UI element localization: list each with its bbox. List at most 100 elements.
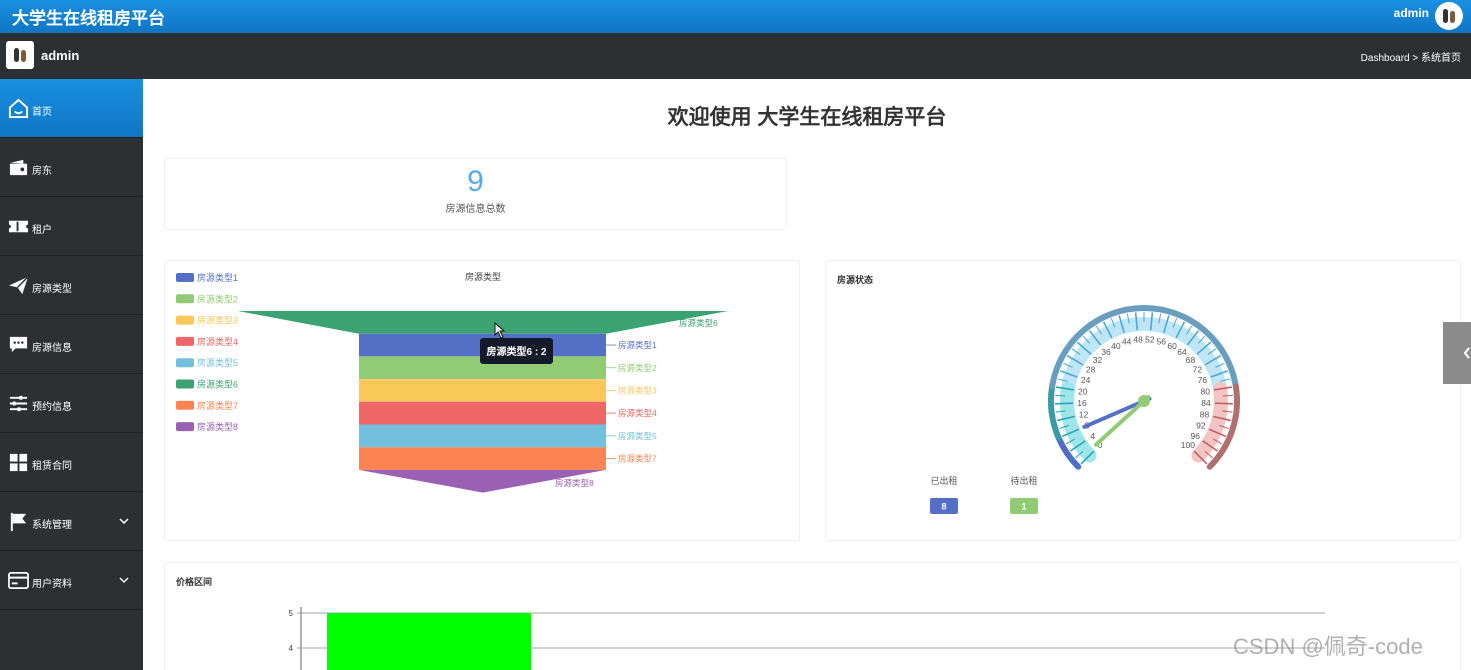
legend-swatch (176, 315, 194, 325)
funnel-label: 房源类型2 (618, 363, 657, 373)
gauge-tick-label: 72 (1193, 364, 1203, 374)
sidebar-item-house-type[interactable]: 房源类型 (0, 256, 143, 315)
grid-icon (9, 453, 28, 472)
gauge-chart: 0481216202428323640444852566064687276808… (930, 305, 1240, 514)
gauge-tick-label: 84 (1201, 398, 1211, 408)
sidebar-item-label: 租赁合同 (32, 461, 72, 472)
sidebar-item-label: 预约信息 (32, 402, 72, 413)
gauge-tick (1055, 402, 1074, 405)
gauge-tick-label: 12 (1079, 410, 1089, 420)
side-panel-toggle[interactable] (1443, 322, 1471, 384)
legend-label: 房源类型7 (197, 400, 238, 411)
gauge-tick-label: 60 (1167, 341, 1177, 351)
gauge-tick-label: 28 (1086, 364, 1096, 374)
gauge-tick-label: 100 (1181, 440, 1195, 450)
sub-header: admin Dashboard > 系统首页 (0, 33, 1471, 79)
price-title: 价格区间 (176, 577, 213, 587)
wallet-icon (9, 159, 28, 176)
user-avatar (6, 41, 34, 69)
sidebar-item-tenant[interactable]: 租户 (0, 197, 143, 256)
chevron-down-icon (119, 577, 129, 584)
gauge-series-name: 已出租 (930, 475, 957, 486)
gauge-series-name: 待出租 (1010, 475, 1037, 486)
watermark: CSDN @佩奇-code (1233, 634, 1423, 659)
funnel-segment (359, 401, 606, 425)
legend-swatch (176, 336, 194, 346)
gauge-tick-label: 92 (1196, 421, 1206, 431)
sidebar-item-booking[interactable]: 预约信息 (0, 374, 143, 433)
legend-label: 房源类型5 (197, 357, 238, 368)
flag-icon (10, 512, 27, 532)
home-icon (8, 98, 29, 119)
page-title: 欢迎使用 大学生在线租房平台 (667, 106, 947, 129)
funnel-label: 房源类型7 (618, 454, 657, 464)
gauge-tick-label: 76 (1198, 375, 1208, 385)
legend-label: 房源类型2 (197, 293, 238, 304)
tooltip-text: 房源类型6 : 2 (486, 345, 546, 358)
sidebar-item-label: 首页 (32, 107, 52, 118)
funnel-label: 房源类型1 (618, 340, 657, 350)
gauge-tick (1214, 402, 1233, 405)
gauge-tick-label: 16 (1077, 398, 1087, 408)
stat-label: 房源信息总数 (445, 204, 506, 215)
chevron-left-icon (1463, 347, 1470, 359)
card-icon (8, 572, 29, 589)
gauge-tick-label: 48 (1133, 334, 1143, 344)
sidebar-item-contract[interactable]: 租赁合同 (0, 433, 143, 492)
funnel-card: 房源类型1 房源类型2 房源类型3 房源类型4 房源类型5 房源类型6 房源类型7 房源类型8… (164, 260, 800, 541)
gauge-tick-label: 4 (1090, 431, 1095, 441)
top-bar: 大学生在线租房平台 admin (0, 0, 1471, 33)
sidebar-item-profile[interactable]: 用户资料 (0, 551, 143, 610)
legend-label: 房源类型8 (197, 421, 238, 432)
bar (327, 613, 531, 670)
sub-username: admin (41, 48, 80, 63)
app-title: 大学生在线租房平台 (12, 9, 165, 28)
sidebar-item-house-info[interactable]: 房源信息 (0, 315, 143, 374)
sidebar-item-system[interactable]: 系统管理 (0, 492, 143, 551)
gauge-value-label: 1 (1021, 502, 1026, 512)
sidebar-item-landlord[interactable]: 房东 (0, 138, 143, 197)
top-avatar[interactable] (1435, 2, 1463, 30)
top-username[interactable]: admin (1394, 6, 1429, 20)
legend-swatch (176, 294, 194, 304)
gauge-tick-label: 40 (1111, 341, 1121, 351)
legend-swatch (176, 358, 194, 368)
legend-label: 房源类型6 (197, 379, 238, 390)
chevron-down-icon (119, 518, 129, 525)
paper-plane-icon (8, 276, 29, 295)
sidebar-item-label: 系统管理 (32, 520, 72, 531)
funnel-title: 房源类型 (465, 271, 501, 282)
chat-icon (9, 336, 28, 353)
sliders-icon (9, 395, 28, 412)
funnel-label: 房源类型6 (679, 318, 718, 328)
legend-swatch (176, 400, 194, 410)
sidebar-item-label: 用户资料 (32, 579, 72, 590)
y-tick-label: 5 (289, 609, 294, 618)
legend-swatch (176, 379, 194, 389)
gauge-tick-label: 44 (1122, 336, 1132, 346)
gauge-tick-label: 56 (1157, 336, 1167, 346)
sidebar-item-home[interactable]: 首页 (0, 79, 143, 138)
gauge-title: 房源状态 (837, 275, 874, 285)
gauge-tick-label: 36 (1101, 347, 1111, 357)
ticket-icon (8, 220, 29, 233)
funnel-segment (359, 447, 606, 470)
sidebar-item-label: 租户 (32, 225, 52, 236)
funnel-label: 房源类型5 (618, 431, 657, 441)
gauge-tick (1055, 394, 1066, 397)
legend-label: 房源类型3 (197, 315, 238, 326)
gauge-tick-label: 20 (1078, 386, 1088, 396)
legend-swatch (176, 422, 194, 432)
funnel-segment (238, 311, 728, 334)
sidebar: 首页 房东 租户 房源类型 房源信息 预约信息 租赁合同 系统管理 用户资料 (0, 79, 143, 670)
sidebar-item-label: 房源信息 (32, 343, 72, 354)
funnel-label: 房源类型8 (555, 478, 594, 488)
gauge-tick (1222, 394, 1233, 397)
stat-value: 9 (467, 165, 484, 198)
funnel-segment (359, 379, 606, 402)
funnel-chart: 房源类型1 房源类型2 房源类型3 房源类型4 房源类型5 房源类型6 房源类型7 房源类型8… (176, 271, 728, 493)
legend-label: 房源类型4 (197, 336, 238, 347)
funnel-segment (359, 424, 606, 448)
gauge-tick-label: 52 (1145, 334, 1155, 344)
stat-card: 9 房源信息总数 (164, 158, 787, 230)
